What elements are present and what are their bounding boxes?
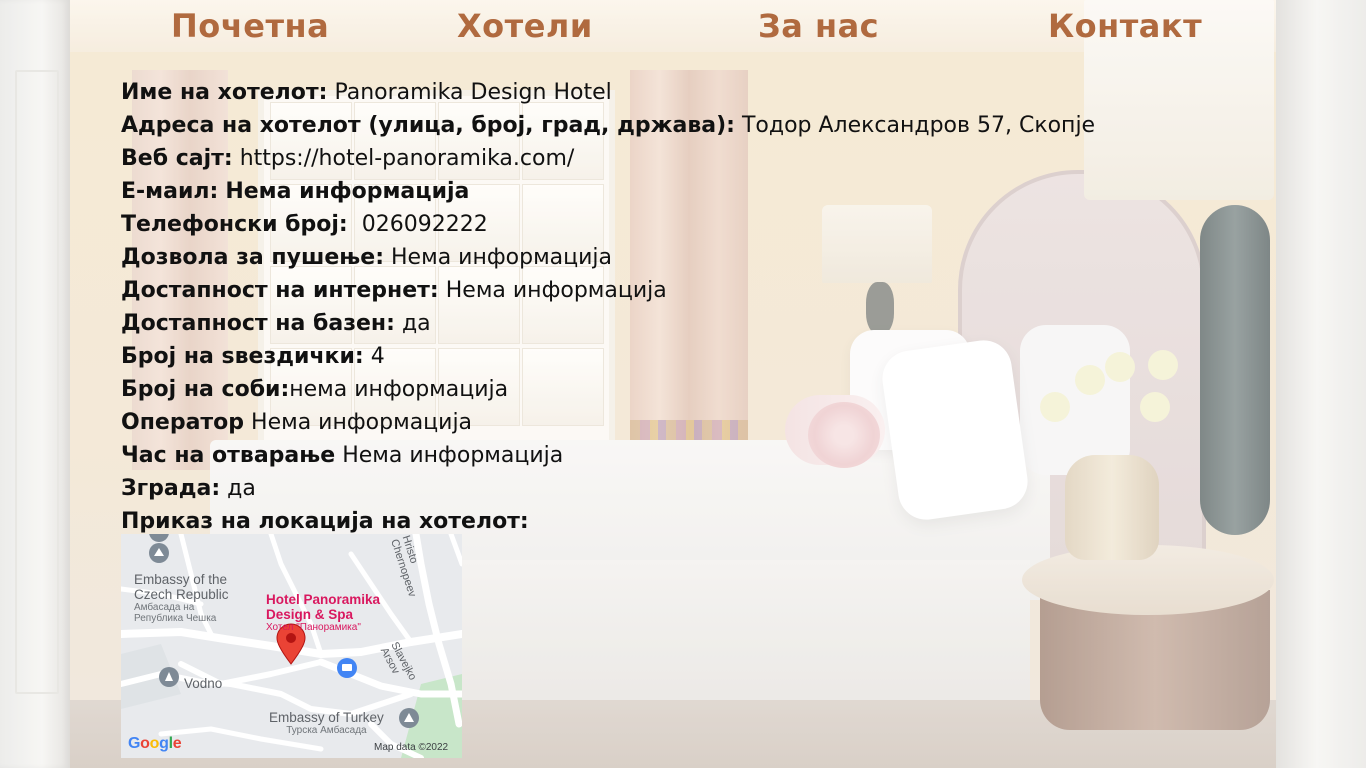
hotel-opening-row: Час на отварање Нема информација (121, 439, 1121, 472)
hotel-location-label: Приказ на локација на хотелот: (121, 509, 529, 534)
hotel-address-value: Тодор Александров 57, Скопје (741, 113, 1096, 138)
hotel-internet-row: Достапност на интернет: Нема информација (121, 274, 1121, 307)
map-label-czech-embassy: Embassy of the Czech Republic Амбасада н… (134, 572, 229, 624)
hotel-name-label: Име на хотелот: (121, 80, 328, 105)
hotel-opening-label: Час на отварање (121, 443, 336, 468)
hotel-smoking-label: Дозвола за пушење: (121, 245, 385, 270)
location-map[interactable]: Embassy of the Czech Republic Амбасада н… (121, 534, 462, 758)
hotel-website-row: Веб сајт: https://hotel-panoramika.com/ (121, 142, 1121, 175)
nav-contact-link[interactable]: Контакт (1048, 7, 1202, 45)
hotel-stars-value: 4 (370, 344, 385, 369)
hotel-address-label: Адреса на хотелот (улица, број, град, др… (121, 113, 735, 138)
hotel-pool-value: да (401, 311, 431, 336)
hotel-pool-row: Достапност на базен: да (121, 307, 1121, 340)
hotel-stars-label: Број на ѕвездички: (121, 344, 364, 369)
hotel-smoking-value: Нема информација (391, 245, 613, 270)
hotel-email-row: Е-маил: Нема информација (121, 175, 1121, 208)
hotel-name-value: Panoramika Design Hotel (334, 80, 612, 105)
google-logo[interactable]: Google (128, 735, 182, 753)
hotel-building-label: Зграда: (121, 476, 221, 501)
hotel-name-row: Име на хотелот: Panoramika Design Hotel (121, 76, 1121, 109)
nav-about-link[interactable]: За нас (758, 7, 879, 45)
hotel-opening-value: Нема информација (342, 443, 564, 468)
main-nav: Почетна Хотели За нас Контакт (0, 0, 1366, 52)
hotel-phone-row: Телефонски број: 026092222 (121, 208, 1121, 241)
hotel-details: Име на хотелот: Panoramika Design Hotel … (121, 76, 1121, 538)
hotel-stars-row: Број на ѕвездички: 4 (121, 340, 1121, 373)
map-attribution[interactable]: Map data ©2022 (374, 742, 448, 753)
hotel-phone-value: 026092222 (361, 212, 488, 237)
hotel-website-value: https://hotel-panoramika.com/ (239, 146, 575, 171)
map-label-hotel: Hotel Panoramika Design & Spa Хотел "Пан… (266, 592, 381, 633)
map-label-turkish-embassy: Embassy of Turkey Турска Амбасада (269, 710, 384, 736)
hotel-email-value: Нема информација (225, 179, 470, 204)
map-label-vodno: Vodno (184, 676, 223, 691)
hotel-pool-label: Достапност на базен: (121, 311, 395, 336)
hotel-email-label: Е-маил: (121, 179, 219, 204)
hotel-smoking-row: Дозвола за пушење: Нема информација (121, 241, 1121, 274)
hotel-building-value: да (227, 476, 256, 501)
hotel-rooms-value: нема информација (289, 377, 509, 402)
hotel-operator-value: Нема информација (251, 410, 473, 435)
nav-hotels-link[interactable]: Хотели (457, 7, 593, 45)
hotel-building-row: Зграда: да (121, 472, 1121, 505)
hotel-operator-label: Оператор (121, 410, 245, 435)
nav-home-link[interactable]: Почетна (171, 7, 329, 45)
hotel-website-label: Веб сајт: (121, 146, 233, 171)
hotel-rooms-row: Број на соби:нема информација (121, 373, 1121, 406)
hotel-phone-label: Телефонски број: (121, 212, 348, 237)
hotel-rooms-label: Број на соби: (121, 377, 290, 402)
hotel-internet-value: Нема информација (445, 278, 667, 303)
hotel-address-row: Адреса на хотелот (улица, број, град, др… (121, 109, 1121, 142)
hotel-operator-row: Оператор Нема информација (121, 406, 1121, 439)
hotel-internet-label: Достапност на интернет: (121, 278, 439, 303)
